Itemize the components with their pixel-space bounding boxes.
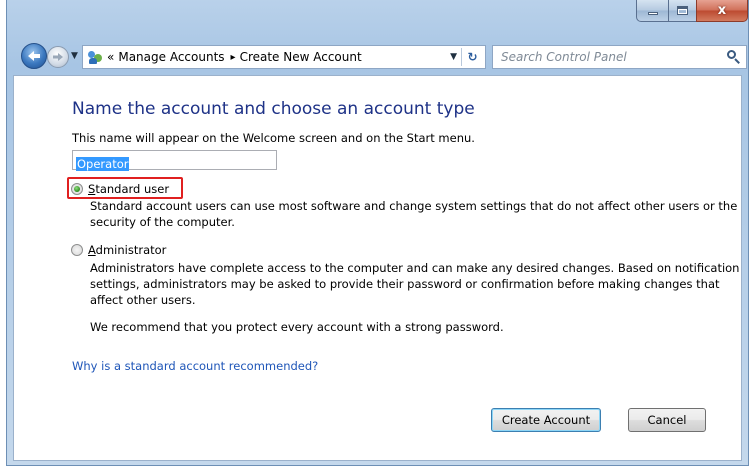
- breadcrumb-create-new-account[interactable]: Create New Account: [240, 50, 362, 64]
- account-name-field[interactable]: Operator: [72, 150, 277, 171]
- maximize-button[interactable]: [668, 0, 696, 22]
- minimize-button[interactable]: [636, 0, 668, 22]
- forward-arrow-icon: [53, 53, 63, 61]
- password-recommendation: We recommend that you protect every acco…: [90, 320, 504, 334]
- breadcrumb-manage-accounts[interactable]: Manage Accounts: [118, 50, 224, 64]
- account-name-value: Operator: [76, 157, 130, 171]
- content-pane: Name the account and choose an account t…: [13, 75, 742, 461]
- forward-button[interactable]: [47, 46, 69, 68]
- administrator-option[interactable]: Administrator: [71, 243, 166, 257]
- user-accounts-icon: [87, 49, 103, 65]
- refresh-icon: ↻: [467, 50, 478, 64]
- refresh-button[interactable]: ↻: [461, 48, 483, 66]
- back-arrow-icon: [28, 51, 40, 61]
- standard-user-option[interactable]: Standard user: [71, 182, 169, 196]
- breadcrumb-separator[interactable]: ▸: [231, 52, 236, 63]
- page-title: Name the account and choose an account t…: [72, 99, 475, 119]
- caption-buttons: x: [636, 0, 748, 22]
- close-icon: x: [717, 3, 727, 18]
- standard-user-label[interactable]: Standard user: [88, 182, 169, 196]
- title-bar: x: [7, 0, 748, 36]
- why-standard-account-link[interactable]: Why is a standard account recommended?: [72, 359, 318, 373]
- standard-user-description: Standard account users can use most soft…: [90, 199, 738, 229]
- address-dropdown-icon[interactable]: ▼: [450, 52, 457, 62]
- maximize-icon: [677, 6, 688, 15]
- cancel-button[interactable]: Cancel: [628, 408, 706, 432]
- minimize-icon: [647, 12, 658, 15]
- create-account-button[interactable]: Create Account: [491, 408, 601, 432]
- administrator-description: Administrators have complete access to t…: [90, 261, 740, 307]
- close-button[interactable]: x: [696, 0, 748, 22]
- navigation-bar: ▼ « Manage Accounts ▸ Create New Account…: [7, 40, 748, 74]
- administrator-label[interactable]: Administrator: [88, 243, 166, 257]
- standard-user-radio[interactable]: [71, 183, 83, 195]
- window: x ▼ « Manage Accounts ▸ Create New Accou…: [6, 0, 749, 466]
- address-bar[interactable]: « Manage Accounts ▸ Create New Account ▼…: [82, 45, 486, 69]
- name-instructions: This name will appear on the Welcome scr…: [72, 131, 475, 145]
- back-button[interactable]: [21, 43, 47, 69]
- recent-pages-dropdown-icon[interactable]: ▼: [71, 51, 78, 61]
- search-input[interactable]: Search Control Panel: [492, 45, 747, 69]
- radio-selected-dot: [74, 186, 80, 192]
- address-overflow[interactable]: «: [107, 50, 114, 64]
- search-icon[interactable]: [727, 50, 741, 64]
- administrator-radio[interactable]: [71, 244, 83, 256]
- search-placeholder: Search Control Panel: [501, 50, 627, 64]
